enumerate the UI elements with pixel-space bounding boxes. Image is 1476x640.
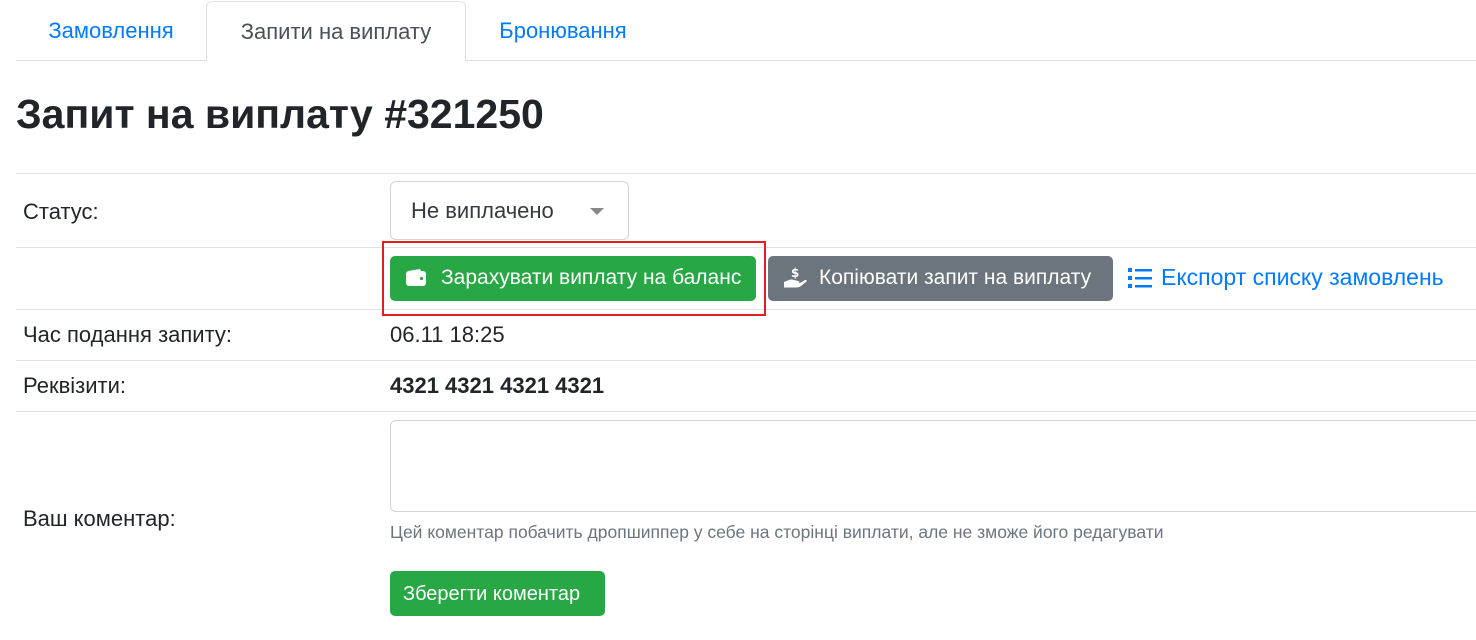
comment-textarea[interactable] <box>390 420 1476 512</box>
requisites-value: 4321 4321 4321 4321 <box>390 373 605 398</box>
hand-money-icon: $ <box>782 265 808 297</box>
save-comment-label: Зберегти коментар <box>403 583 581 605</box>
tab-orders[interactable]: Замовлення <box>16 0 206 62</box>
copy-payout-request-button[interactable]: $ Копіювати запит на виплату <box>768 256 1113 301</box>
status-label: Статус: <box>23 199 99 224</box>
copy-payout-request-label: Копіювати запит на виплату <box>819 266 1092 289</box>
page-title: Запит на виплату #321250 <box>16 91 544 137</box>
svg-text:$: $ <box>791 266 799 280</box>
status-select[interactable]: Не виплачено <box>390 181 629 240</box>
list-icon <box>1128 266 1152 296</box>
requisites-label: Реквізити: <box>23 373 126 398</box>
wallet-icon <box>405 268 427 294</box>
tab-bar: Замовлення Запити на виплату Бронювання <box>16 0 1476 62</box>
chevron-down-icon <box>590 208 604 215</box>
credit-to-balance-button[interactable]: Зарахувати виплату на баланс <box>390 256 756 301</box>
row-divider <box>16 173 1476 174</box>
tab-payout-requests[interactable]: Запити на виплату <box>206 1 466 62</box>
comment-help-text: Цей коментар побачить дропшиппер у себе … <box>390 522 1164 542</box>
credit-to-balance-label: Зарахувати виплату на баланс <box>441 266 742 289</box>
submitted-time-value: 06.11 18:25 <box>390 322 505 347</box>
row-divider <box>16 360 1476 361</box>
row-divider <box>16 411 1476 412</box>
status-selected-value: Не виплачено <box>411 198 554 223</box>
export-orders-label: Експорт списку замовлень <box>1161 264 1444 290</box>
comment-label: Ваш коментар: <box>23 506 176 531</box>
save-comment-button[interactable]: Зберегти коментар <box>390 571 605 616</box>
submitted-time-label: Час подання запиту: <box>23 322 233 347</box>
tab-bookings[interactable]: Бронювання <box>466 0 660 62</box>
